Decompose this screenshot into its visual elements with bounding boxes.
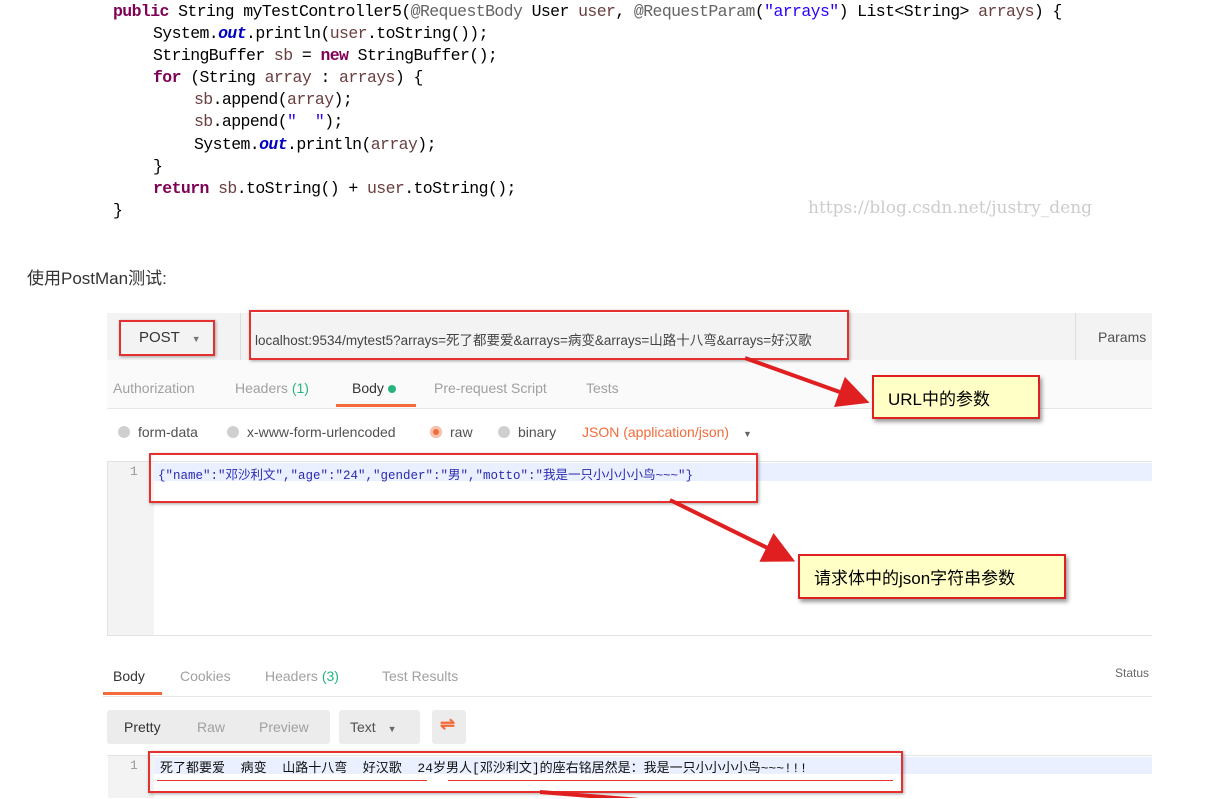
- arrow-icon: [669, 498, 796, 562]
- callout-url-params: URL中的参数: [872, 375, 1040, 419]
- arrow-icon: [744, 356, 870, 407]
- arrow-icon: [539, 790, 641, 798]
- callout-json-body: 请求体中的json字符串参数: [798, 554, 1066, 599]
